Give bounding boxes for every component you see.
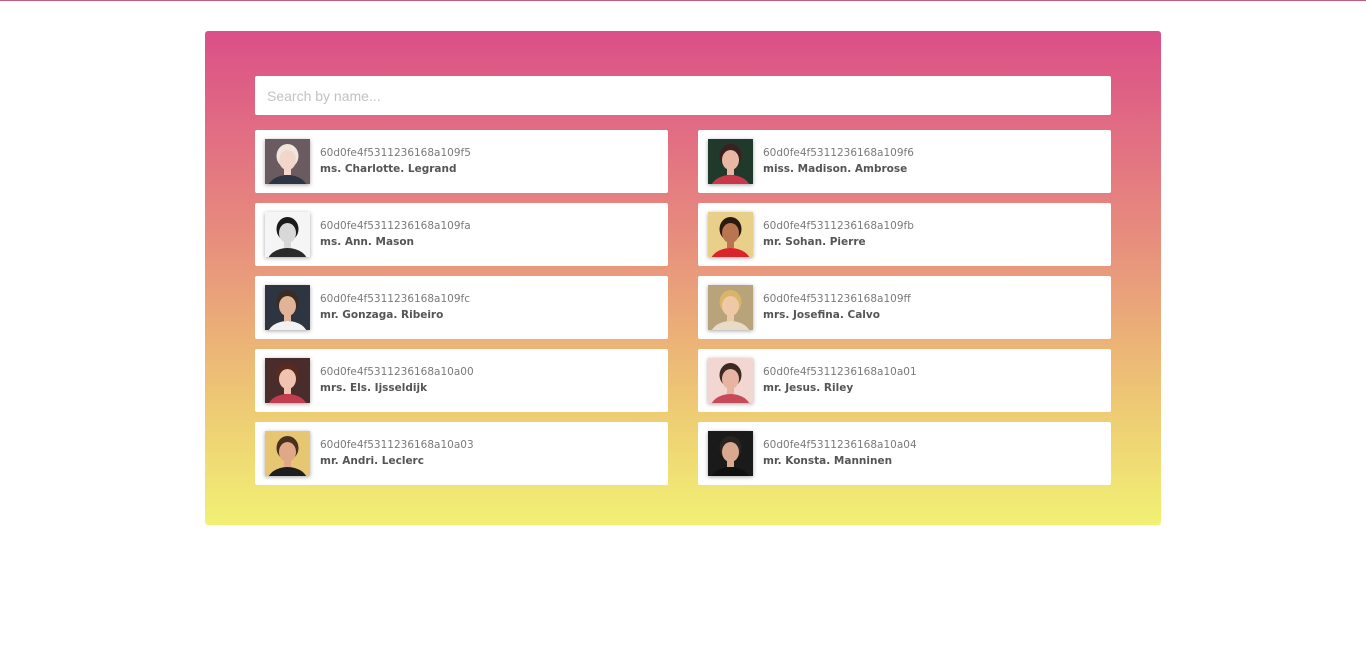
user-name: mr. Gonzaga. Ribeiro [320, 309, 444, 321]
user-id: 60d0fe4f5311236168a109f5 [320, 147, 471, 159]
user-name: ms. Ann. Mason [320, 236, 415, 248]
avatar [265, 431, 310, 476]
user-card[interactable]: 60d0fe4f5311236168a109f5 ms. Charlotte. … [255, 130, 668, 193]
user-name: mr. Konsta. Manninen [763, 455, 893, 467]
user-name: mr. Jesus. Riley [763, 382, 854, 394]
avatar-image [265, 431, 310, 476]
user-name: mr. Andri. Leclerc [320, 455, 424, 467]
avatar [708, 139, 753, 184]
user-card[interactable]: 60d0fe4f5311236168a10a04 mr. Konsta. Man… [698, 422, 1111, 485]
user-id: 60d0fe4f5311236168a10a00 [320, 366, 474, 378]
user-card[interactable]: 60d0fe4f5311236168a10a01 mr. Jesus. Rile… [698, 349, 1111, 412]
avatar-image [708, 139, 753, 184]
avatar [708, 431, 753, 476]
avatar [708, 358, 753, 403]
user-card[interactable]: 60d0fe4f5311236168a109fc mr. Gonzaga. Ri… [255, 276, 668, 339]
user-card[interactable]: 60d0fe4f5311236168a109fa ms. Ann. Mason [255, 203, 668, 266]
avatar [265, 358, 310, 403]
avatar-image [265, 358, 310, 403]
user-card[interactable]: 60d0fe4f5311236168a109ff mrs. Josefina. … [698, 276, 1111, 339]
avatar-image [265, 212, 310, 257]
user-card[interactable]: 60d0fe4f5311236168a10a03 mr. Andri. Lecl… [255, 422, 668, 485]
avatar [708, 212, 753, 257]
avatar-image [265, 285, 310, 330]
user-id: 60d0fe4f5311236168a109fb [763, 220, 914, 232]
search-input[interactable] [255, 76, 1111, 115]
user-id: 60d0fe4f5311236168a109f6 [763, 147, 914, 159]
avatar-image [265, 139, 310, 184]
user-name: mrs. Els. Ijsseldijk [320, 382, 428, 394]
user-id: 60d0fe4f5311236168a10a04 [763, 439, 917, 451]
user-card[interactable]: 60d0fe4f5311236168a10a00 mrs. Els. Ijsse… [255, 349, 668, 412]
avatar [265, 212, 310, 257]
avatar-image [708, 358, 753, 403]
user-id: 60d0fe4f5311236168a109fa [320, 220, 471, 232]
user-list-panel: 60d0fe4f5311236168a109f5 ms. Charlotte. … [205, 31, 1161, 525]
avatar [265, 285, 310, 330]
user-id: 60d0fe4f5311236168a109fc [320, 293, 470, 305]
avatar-image [708, 431, 753, 476]
avatar-image [708, 212, 753, 257]
avatar [708, 285, 753, 330]
user-name: ms. Charlotte. Legrand [320, 163, 457, 175]
avatar [265, 139, 310, 184]
avatar-image [708, 285, 753, 330]
user-name: mr. Sohan. Pierre [763, 236, 866, 248]
user-id: 60d0fe4f5311236168a10a01 [763, 366, 917, 378]
top-accent-line [0, 0, 1366, 1]
user-card[interactable]: 60d0fe4f5311236168a109fb mr. Sohan. Pier… [698, 203, 1111, 266]
user-id: 60d0fe4f5311236168a10a03 [320, 439, 474, 451]
user-id: 60d0fe4f5311236168a109ff [763, 293, 911, 305]
user-card[interactable]: 60d0fe4f5311236168a109f6 miss. Madison. … [698, 130, 1111, 193]
user-name: mrs. Josefina. Calvo [763, 309, 880, 321]
user-grid: 60d0fe4f5311236168a109f5 ms. Charlotte. … [255, 130, 1111, 485]
user-name: miss. Madison. Ambrose [763, 163, 908, 175]
